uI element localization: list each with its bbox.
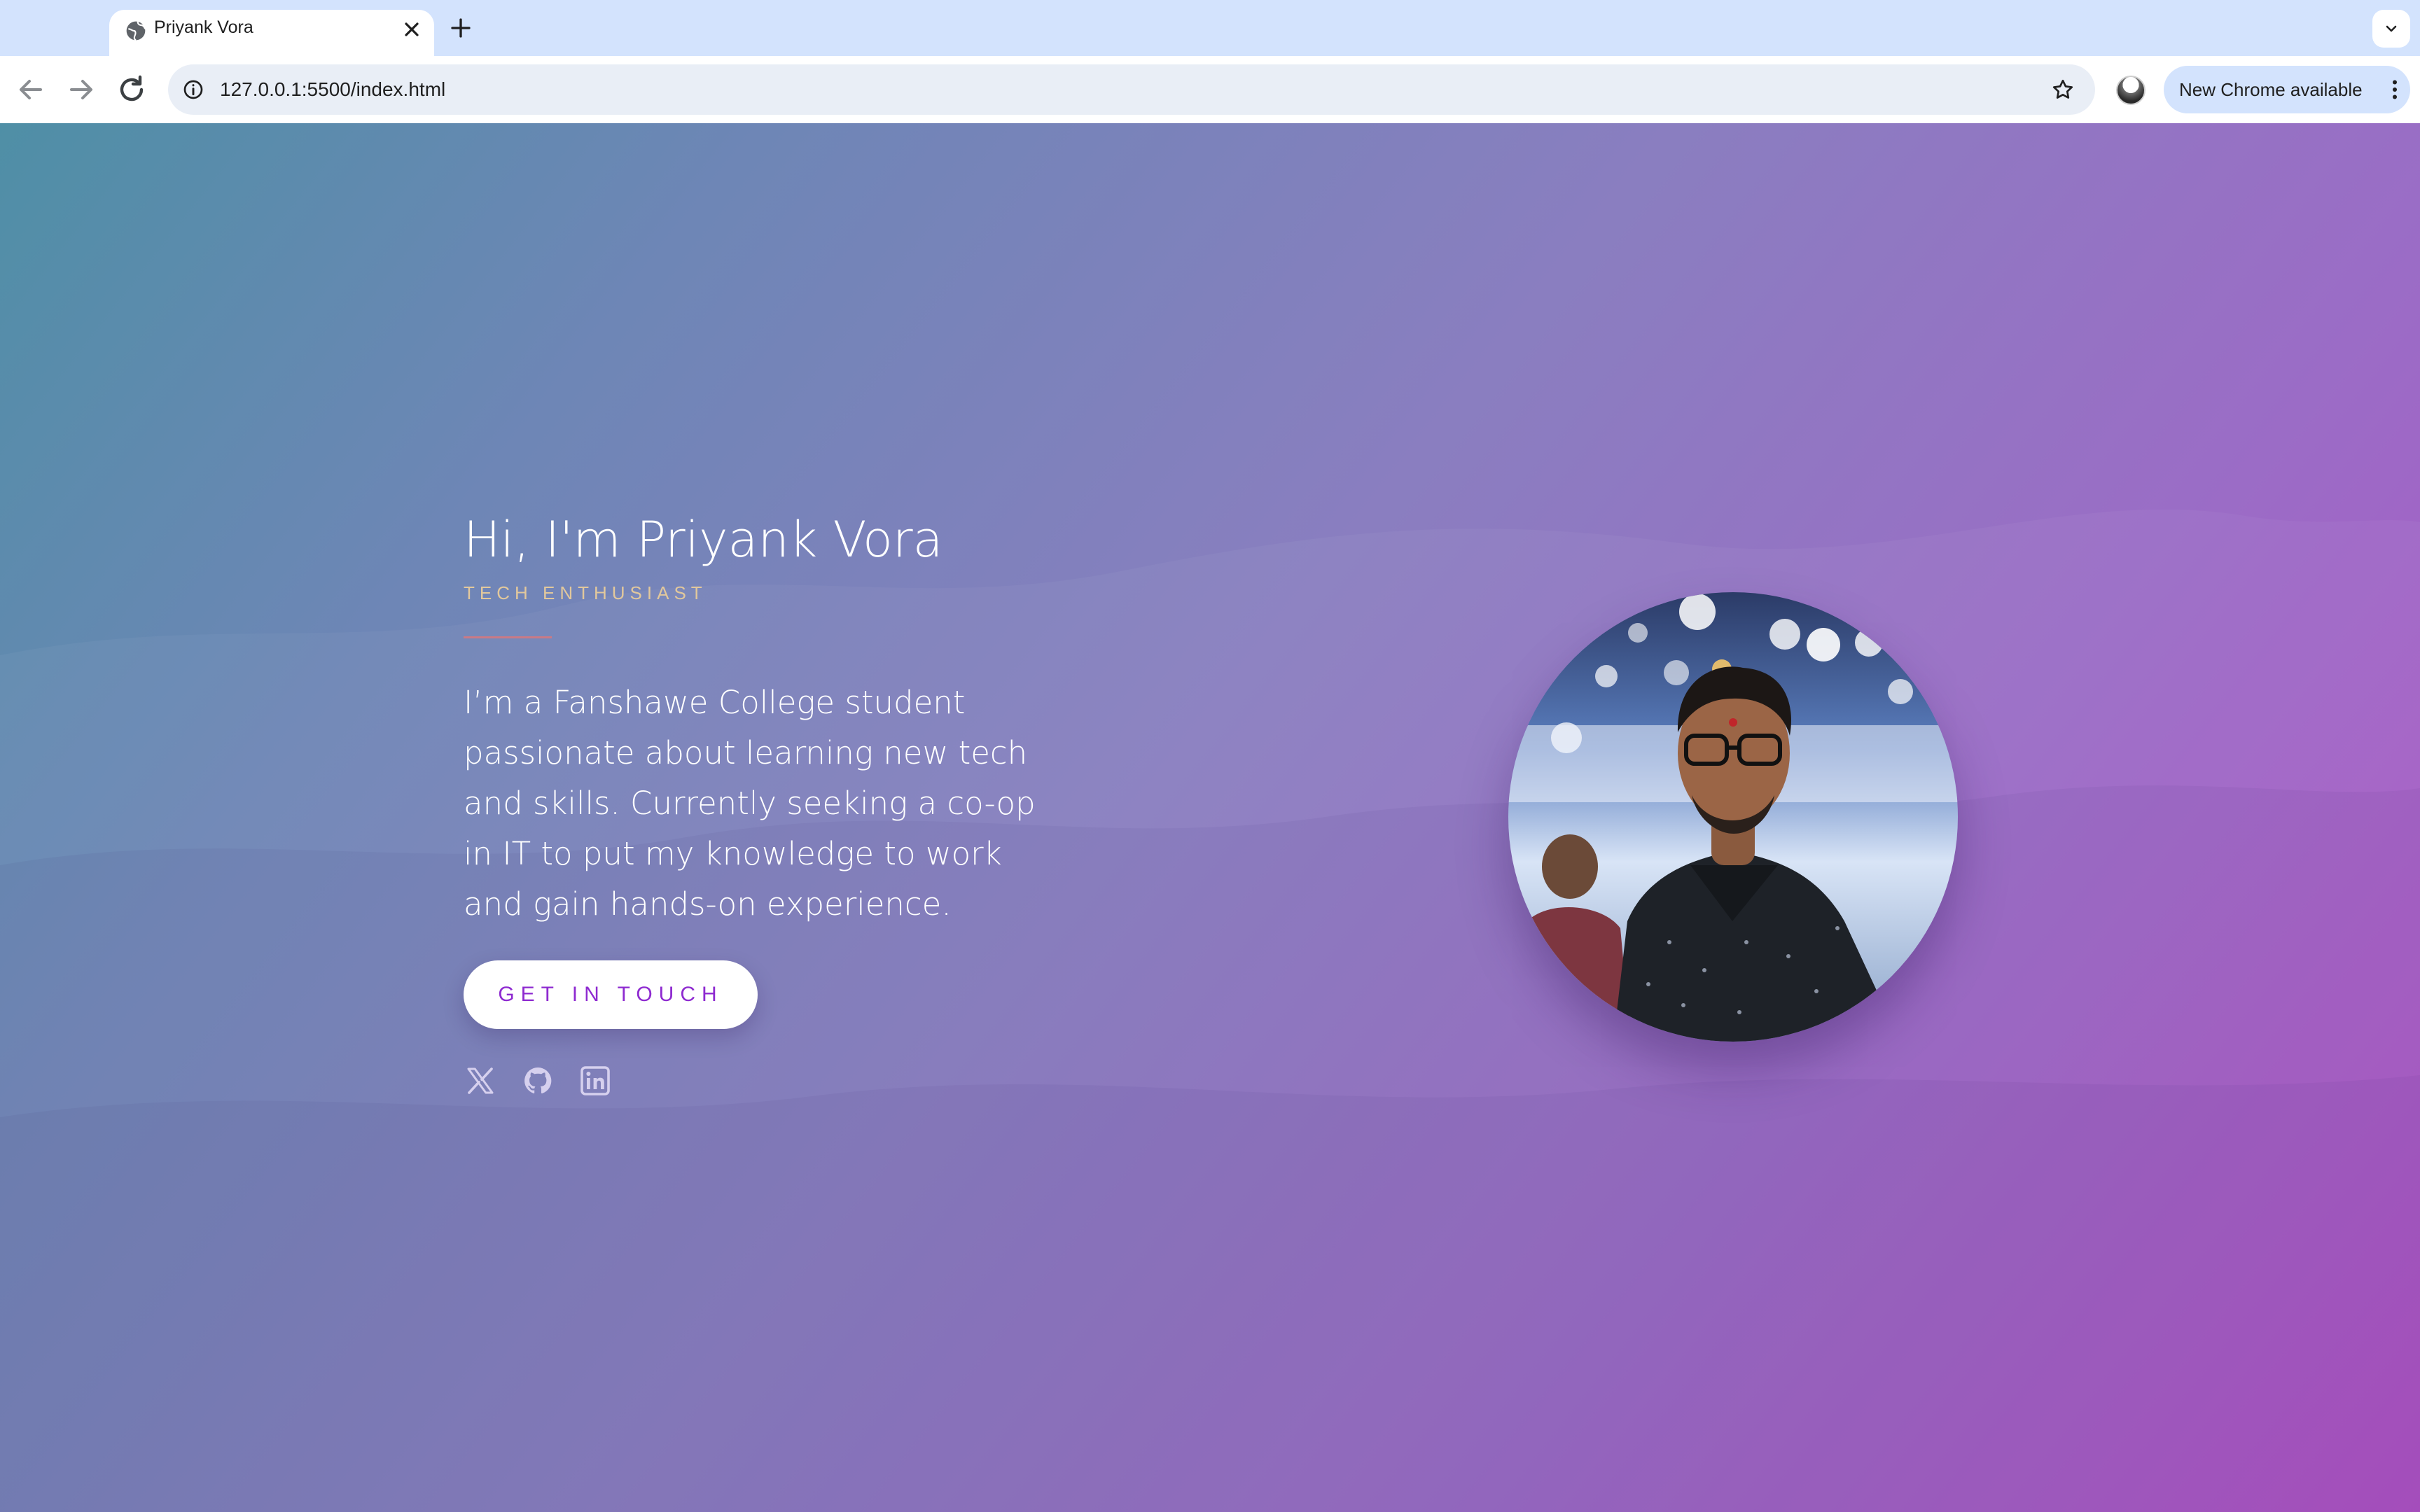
github-icon[interactable] xyxy=(521,1064,555,1098)
chevron-down-icon xyxy=(2386,25,2397,32)
tab-strip: Priyank Vora xyxy=(0,0,2420,59)
x-twitter-icon[interactable] xyxy=(464,1064,497,1098)
hero-text-block: Hi, I'm Priyank Vora TECH ENTHUSIAST I’m… xyxy=(464,515,1094,1098)
forward-arrow-icon[interactable] xyxy=(64,73,98,106)
update-label: New Chrome available xyxy=(2179,79,2363,100)
portrait-illustration xyxy=(1508,592,1958,1042)
tab-search-button[interactable] xyxy=(2372,10,2410,48)
url-text[interactable]: 127.0.0.1:5500/index.html xyxy=(220,78,445,101)
intro-paragraph: I’m a Fanshawe College student passionat… xyxy=(464,684,1036,923)
new-chrome-available-button[interactable]: New Chrome available xyxy=(2164,66,2410,113)
browser-tab[interactable]: Priyank Vora xyxy=(109,10,434,59)
site-info-icon[interactable] xyxy=(182,78,204,101)
mountain-background xyxy=(0,509,2420,1512)
globe-icon xyxy=(126,21,146,41)
bookmark-star-icon[interactable] xyxy=(2050,77,2075,102)
tab-title: Priyank Vora xyxy=(154,18,253,37)
divider xyxy=(464,636,552,638)
profile-avatar[interactable] xyxy=(2116,76,2146,105)
hero-subtitle: TECH ENTHUSIAST xyxy=(464,582,707,603)
profile-photo xyxy=(1508,592,1958,1042)
social-links xyxy=(464,1064,1094,1098)
new-tab-plus-icon[interactable] xyxy=(448,15,473,41)
address-bar[interactable]: 127.0.0.1:5500/index.html xyxy=(168,64,2095,115)
close-icon[interactable] xyxy=(401,18,423,41)
kebab-menu-icon[interactable] xyxy=(2382,77,2407,102)
linkedin-icon[interactable] xyxy=(578,1064,612,1098)
page-viewport: Hi, I'm Priyank Vora TECH ENTHUSIAST I’m… xyxy=(0,123,2420,1512)
browser-toolbar: 127.0.0.1:5500/index.html New Chrome ava… xyxy=(0,56,2420,123)
reload-icon[interactable] xyxy=(115,73,148,106)
get-in-touch-button[interactable]: GET IN TOUCH xyxy=(464,960,758,1029)
back-arrow-icon[interactable] xyxy=(14,73,48,106)
hero-title: Hi, I'm Priyank Vora xyxy=(464,511,943,568)
